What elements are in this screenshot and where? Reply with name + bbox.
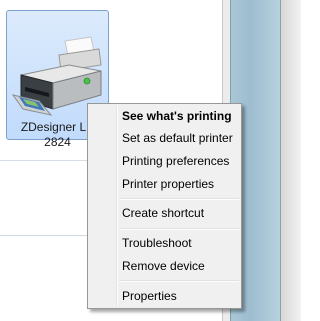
- menu-item-properties[interactable]: Properties: [122, 285, 177, 307]
- menu-item-set-default-printer[interactable]: Set as default printer: [122, 127, 233, 149]
- menu-separator: [119, 280, 239, 282]
- menu-item-create-shortcut[interactable]: Create shortcut: [122, 202, 204, 224]
- menu-item-troubleshoot[interactable]: Troubleshoot: [122, 232, 192, 254]
- menu-item-printing-preferences[interactable]: Printing preferences: [122, 150, 229, 172]
- menu-item-see-whats-printing[interactable]: See what's printing: [122, 105, 232, 127]
- menu-separator: [119, 198, 239, 200]
- desktop-background: [280, 0, 301, 321]
- context-menu: See what's printing Set as default print…: [87, 103, 242, 309]
- menu-item-printer-properties[interactable]: Printer properties: [122, 173, 214, 195]
- section-divider-lower: [0, 235, 90, 236]
- menu-separator: [119, 228, 239, 230]
- menu-item-remove-device[interactable]: Remove device: [122, 255, 205, 277]
- menu-icon-gutter: [116, 106, 118, 306]
